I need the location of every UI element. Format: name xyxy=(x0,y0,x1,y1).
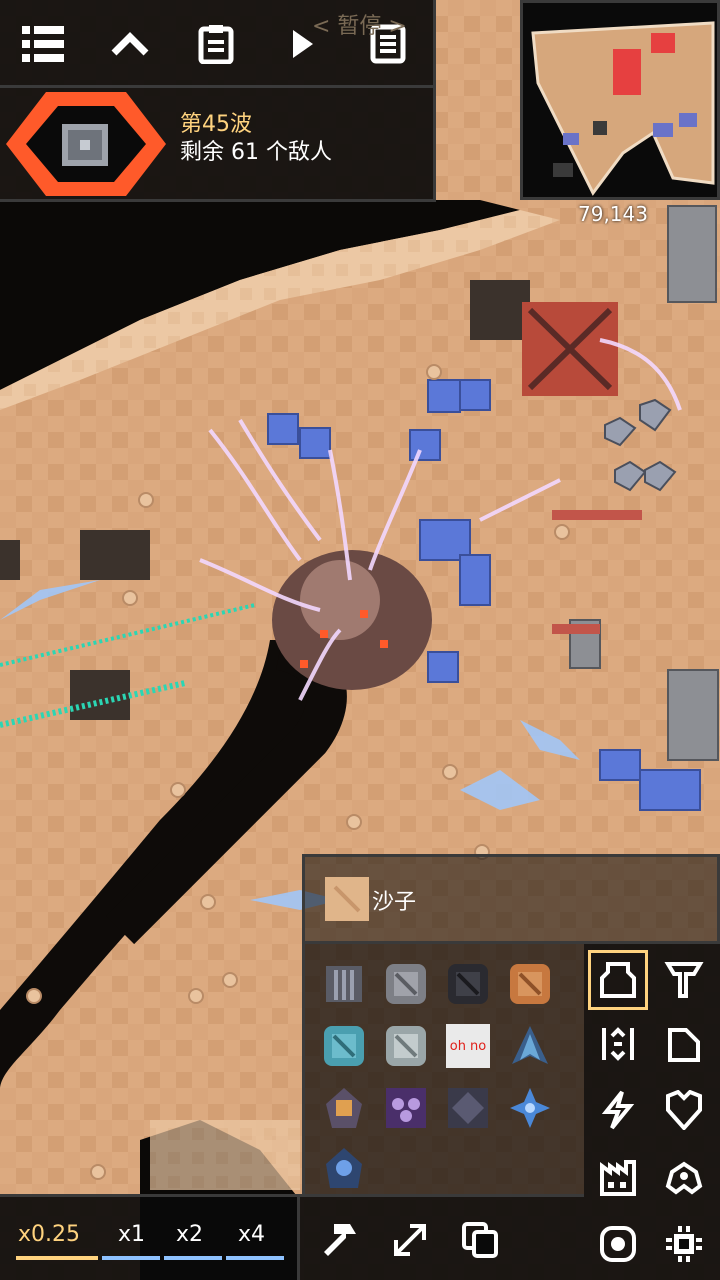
effect-icon[interactable] xyxy=(588,1214,648,1274)
speed-underline xyxy=(226,1256,284,1260)
turret-icon[interactable] xyxy=(588,950,648,1010)
chevron-up-icon[interactable] xyxy=(104,18,156,70)
naval-unit-icon[interactable] xyxy=(508,1024,552,1068)
enemies-remaining: 剩余 61 个敌人 xyxy=(180,140,332,165)
cursor-coordinates: 79,143 xyxy=(578,202,648,226)
expand-icon[interactable] xyxy=(388,1218,432,1262)
menu-icon[interactable] xyxy=(18,18,70,70)
speed-option-2[interactable]: x2 xyxy=(176,1222,203,1247)
liquid-icon[interactable] xyxy=(654,1014,714,1074)
logic-icon[interactable] xyxy=(654,1214,714,1274)
purple-unit-icon[interactable] xyxy=(384,1086,428,1130)
crawler-unit-icon[interactable] xyxy=(446,1086,490,1130)
speed-underline xyxy=(164,1256,222,1260)
cyan-block-icon[interactable] xyxy=(322,1024,366,1068)
crafting-icon[interactable] xyxy=(588,1148,648,1208)
speed-option-025[interactable]: x0.25 xyxy=(18,1222,80,1247)
distribution-icon[interactable] xyxy=(588,1014,648,1074)
dagger-unit-icon[interactable] xyxy=(322,1086,366,1130)
defense-icon[interactable] xyxy=(654,1080,714,1140)
blue-unit-icon[interactable] xyxy=(322,1146,366,1190)
block-info-panel xyxy=(302,854,720,944)
speed-option-1[interactable]: x1 xyxy=(118,1222,145,1247)
dark-block-icon[interactable] xyxy=(446,962,490,1006)
paused-label[interactable]: < 暂停 > xyxy=(312,8,407,40)
power-icon[interactable] xyxy=(588,1080,648,1140)
sand-icon xyxy=(325,877,369,921)
speed-underline xyxy=(102,1256,160,1260)
production-icon[interactable] xyxy=(654,950,714,1010)
database-icon[interactable] xyxy=(190,18,242,70)
light-block-icon[interactable] xyxy=(384,1024,428,1068)
ohno-block-icon[interactable]: oh no xyxy=(446,1024,490,1068)
skip-wave-button[interactable] xyxy=(6,92,166,196)
speed-underline-selected xyxy=(16,1256,98,1260)
hammer-icon[interactable] xyxy=(318,1218,362,1262)
ohno-label: oh no xyxy=(449,1038,487,1054)
speed-option-4[interactable]: x4 xyxy=(238,1222,265,1247)
flare-unit-icon[interactable] xyxy=(508,1086,552,1130)
basic-block-icon[interactable] xyxy=(384,962,428,1006)
copy-icon[interactable] xyxy=(458,1218,502,1262)
orange-block-icon[interactable] xyxy=(508,962,552,1006)
ground-factory-icon[interactable] xyxy=(322,962,366,1006)
block-name: 沙子 xyxy=(372,890,417,915)
minimap[interactable] xyxy=(520,0,720,200)
units-icon[interactable] xyxy=(654,1148,714,1208)
